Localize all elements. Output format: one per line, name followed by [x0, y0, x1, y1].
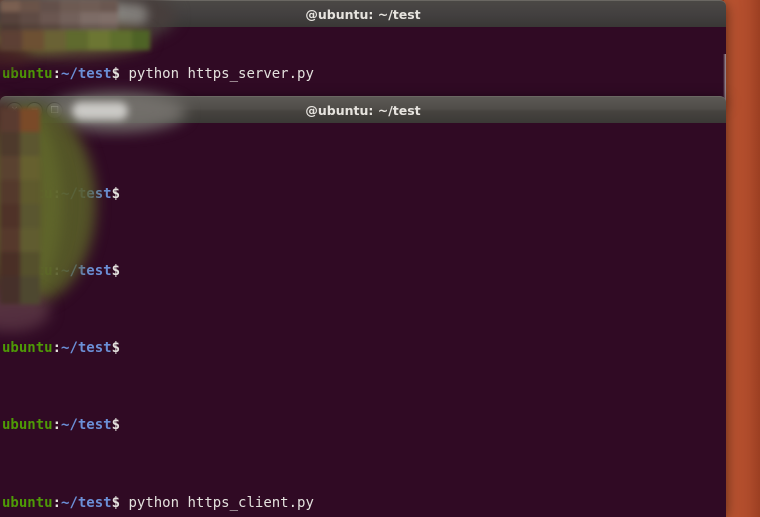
- prompt-path: ~/test: [61, 417, 112, 434]
- terminal-output-client[interactable]: ubuntu:~/test$ ubuntu:~/test$ ubuntu:~/t…: [0, 123, 726, 517]
- prompt-command: python https_client.py: [120, 494, 314, 511]
- terminal-line: ubuntu:~/test$: [2, 262, 415, 281]
- prompt-user: ubuntu: [2, 494, 53, 511]
- prompt-separator: :: [52, 494, 62, 511]
- terminal-line: ubuntu:~/test$: [2, 185, 415, 204]
- terminal-line: ubuntu:~/test$ python https_server.py: [2, 65, 499, 84]
- terminal-output-server[interactable]: ubuntu:~/test$ python https_server.py li…: [0, 27, 726, 103]
- maximize-icon[interactable]: □: [46, 5, 63, 23]
- window-controls-server[interactable]: × − □: [0, 5, 63, 23]
- prompt-user: ubuntu: [2, 185, 53, 202]
- close-icon[interactable]: ×: [6, 101, 23, 119]
- terminal-line: ubuntu:~/test$ python https_client.py: [2, 494, 415, 513]
- prompt-user: ubuntu: [2, 417, 53, 434]
- terminal-window-client[interactable]: × − □ @ubuntu: ~/test ubuntu:~/test$ ubu…: [0, 96, 726, 517]
- prompt-separator: :: [52, 263, 62, 280]
- close-glyph: ×: [10, 8, 19, 19]
- window-controls-client[interactable]: × − □: [0, 101, 63, 119]
- maximize-icon[interactable]: □: [46, 101, 63, 119]
- titlebar-server[interactable]: × − □ @ubuntu: ~/test: [0, 0, 726, 27]
- titlebar-client[interactable]: × − □ @ubuntu: ~/test: [0, 96, 726, 123]
- prompt-path: ~/test: [61, 65, 112, 82]
- prompt-user: ubuntu: [2, 340, 53, 357]
- prompt-dollar: $: [111, 340, 121, 357]
- window-title-client: @ubuntu: ~/test: [305, 103, 421, 118]
- maximize-glyph: □: [50, 104, 59, 115]
- prompt-command: python https_server.py: [120, 65, 314, 82]
- close-glyph: ×: [10, 104, 19, 115]
- desktop-wallpaper-right-edge: [724, 0, 760, 517]
- screen: × − □ @ubuntu: ~/test ubuntu:~/test$ pyt…: [0, 0, 760, 517]
- terminal-text-server: ubuntu:~/test$ python https_server.py li…: [2, 27, 499, 103]
- prompt-dollar: $: [111, 185, 121, 202]
- minimize-icon[interactable]: −: [26, 5, 43, 23]
- minimize-glyph: −: [30, 8, 39, 19]
- minimize-glyph: −: [30, 104, 39, 115]
- prompt-dollar: $: [111, 494, 121, 511]
- terminal-window-server[interactable]: × − □ @ubuntu: ~/test ubuntu:~/test$ pyt…: [0, 0, 726, 103]
- prompt-dollar: $: [111, 65, 121, 82]
- prompt-path: ~/test: [61, 340, 112, 357]
- prompt-path: ~/test: [61, 185, 112, 202]
- prompt-separator: :: [52, 65, 62, 82]
- terminal-text-client: ubuntu:~/test$ ubuntu:~/test$ ubuntu:~/t…: [2, 127, 415, 517]
- prompt-user: ubuntu: [2, 65, 53, 82]
- prompt-path: ~/test: [61, 494, 112, 511]
- prompt-dollar: $: [111, 417, 121, 434]
- prompt-dollar: $: [111, 263, 121, 280]
- prompt-separator: :: [52, 417, 62, 434]
- window-title-server: @ubuntu: ~/test: [305, 7, 421, 22]
- prompt-path: ~/test: [61, 263, 112, 280]
- terminal-line: ubuntu:~/test$: [2, 416, 415, 435]
- terminal-line: ubuntu:~/test$: [2, 339, 415, 358]
- prompt-separator: :: [52, 185, 62, 202]
- prompt-separator: :: [52, 340, 62, 357]
- minimize-icon[interactable]: −: [26, 101, 43, 119]
- close-icon[interactable]: ×: [6, 5, 23, 23]
- maximize-glyph: □: [50, 8, 59, 19]
- prompt-user: ubuntu: [2, 263, 53, 280]
